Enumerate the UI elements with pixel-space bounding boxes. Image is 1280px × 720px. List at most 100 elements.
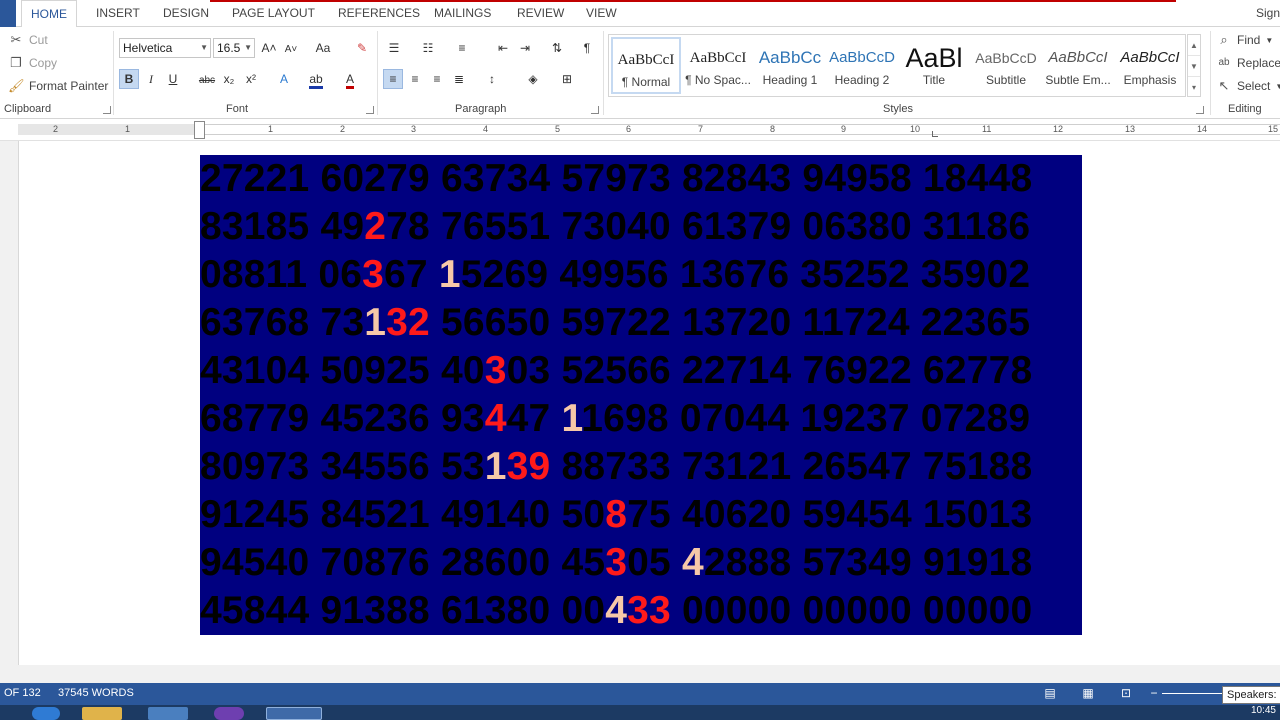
right-indent-marker-icon[interactable] [932,131,938,137]
align-left-button[interactable]: ≡ [383,69,403,89]
replace-button[interactable]: ab Replace [1216,53,1280,73]
clipboard-launcher-icon[interactable] [103,106,111,114]
browser-icon[interactable] [214,707,244,720]
style-heading-1[interactable]: AaBbCc Heading 1 [755,37,825,94]
word-taskbar-icon[interactable] [266,707,322,720]
strikethrough-button[interactable]: abc [197,69,217,89]
format-painter-button[interactable]: 🖌 Format Painter [8,76,108,96]
line-spacing-button[interactable]: ↕ [482,69,502,89]
number-segment: 3 [362,253,385,296]
number-row[interactable]: 63768 73132 56650 59722 13720 11724 2236… [200,299,1030,347]
number-segment: 4 [605,589,628,632]
sort-button[interactable]: ⇅ [547,38,567,58]
style-sample: AaBbCcI [1120,49,1180,66]
increase-indent-button[interactable]: ⇥ [515,38,535,58]
number-row[interactable]: 80973 34556 53139 88733 73121 26547 7518… [200,443,1032,491]
bold-button[interactable]: B [119,69,139,89]
superscript-button[interactable]: x² [241,69,261,89]
underline-button[interactable]: U [163,69,183,89]
style-label: ¶ No Spac... [685,73,751,87]
horizontal-ruler[interactable]: 2 1 1 2 3 4 5 6 7 8 9 10 11 12 13 14 15 [0,119,1280,141]
number-row[interactable]: 08811 06367 15269 49956 13676 35252 3590… [200,251,1030,299]
copy-label: Copy [29,56,58,70]
scroll-up-icon[interactable]: ▲ [1188,35,1200,56]
cut-button[interactable]: ✂ Cut [8,30,48,50]
page-count[interactable]: OF 132 [4,687,41,699]
tab-references[interactable]: REFERENCES [329,0,429,27]
multilevel-list-button[interactable]: ≡ [452,38,472,58]
italic-button[interactable]: I [141,69,161,89]
style-normal[interactable]: AaBbCcI ¶ Normal [611,37,681,94]
paragraph-launcher-icon[interactable] [591,106,599,114]
number-row[interactable]: 91245 84521 49140 50875 40620 59454 1501… [200,491,1032,539]
number-row[interactable]: 45844 91388 61380 00433 00000 00000 0000… [200,587,1032,635]
style-subtle-emphasis[interactable]: AaBbCcI Subtle Em... [1043,37,1113,94]
app-icon[interactable] [148,707,188,720]
web-layout-icon[interactable]: ⊡ [1118,686,1134,701]
font-name-combo[interactable]: Helvetica ▼ [119,38,211,58]
word-count[interactable]: 37545 WORDS [58,687,134,699]
file-tab[interactable] [0,0,16,27]
number-block[interactable]: 27221 60279 63734 57973 82843 94958 1844… [200,155,1082,635]
tab-view[interactable]: VIEW [577,0,626,27]
style-no-spacing[interactable]: AaBbCcI ¶ No Spac... [683,37,753,94]
number-row[interactable]: 43104 50925 40303 52566 22714 76922 6277… [200,347,1032,395]
tab-review[interactable]: REVIEW [508,0,573,27]
number-row[interactable]: 68779 45236 93447 11698 07044 19237 0728… [200,395,1030,443]
grow-font-button[interactable]: A˄ [259,38,279,58]
styles-launcher-icon[interactable] [1196,106,1204,114]
copy-button[interactable]: ❐ Copy [8,53,57,73]
read-mode-icon[interactable]: ▤ [1042,686,1058,701]
justify-button[interactable]: ≣ [449,69,469,89]
font-group-label: Font [226,103,249,115]
number-row[interactable]: 94540 70876 28600 45305 42888 57349 9191… [200,539,1032,587]
text-effects-button[interactable]: A [274,69,294,89]
subscript-button[interactable]: x₂ [219,69,239,89]
font-launcher-icon[interactable] [366,106,374,114]
number-segment: 63768 73 [200,301,365,344]
scroll-down-icon[interactable]: ▼ [1188,56,1200,77]
style-heading-2[interactable]: AaBbCcD Heading 2 [827,37,897,94]
sign-in-link[interactable]: Sign [1256,0,1280,27]
highlight-button[interactable]: ab [306,69,326,89]
style-title[interactable]: AaBl Title [899,37,969,94]
tab-mailings[interactable]: MAILINGS [425,0,500,27]
tab-page-layout[interactable]: PAGE LAYOUT [223,0,324,27]
select-button[interactable]: ↖ Select ▼ [1216,76,1280,96]
zoom-out-icon[interactable]: − [1146,686,1162,701]
tab-home[interactable]: HOME [21,0,77,28]
tab-design[interactable]: DESIGN [154,0,218,27]
shrink-font-button[interactable]: A˅ [281,38,301,58]
number-row[interactable]: 83185 49278 76551 73040 61379 06380 3118… [200,203,1030,251]
more-styles-icon[interactable]: ▾ [1188,77,1200,98]
font-color-button[interactable]: A [340,69,360,89]
bold-icon: B [124,72,134,86]
change-case-button[interactable]: Aa [308,38,338,58]
cursor-arrow-icon: ↖ [1218,78,1230,93]
print-layout-icon[interactable]: ▦ [1080,686,1096,701]
number-row[interactable]: 27221 60279 63734 57973 82843 94958 1844… [200,155,1032,203]
align-center-button[interactable]: ≡ [405,69,425,89]
file-explorer-icon[interactable] [82,707,122,720]
numbering-button[interactable]: ☷ [418,38,438,58]
align-right-button[interactable]: ≡ [427,69,447,89]
bullets-button[interactable]: ☰ [384,38,404,58]
style-subtitle[interactable]: AaBbCcD Subtitle [971,37,1041,94]
bullet-list-icon: ☰ [388,41,400,55]
tab-insert[interactable]: INSERT [87,0,149,27]
copy-icon: ❐ [10,55,22,70]
start-button-icon[interactable] [32,707,60,720]
decrease-indent-button[interactable]: ⇤ [493,38,513,58]
number-segment: 2888 57349 91918 [703,541,1033,584]
grow-font-icon: A˄ [261,41,277,55]
zoom-slider[interactable] [1162,693,1222,694]
show-marks-button[interactable]: ¶ [577,38,597,58]
indent-marker-icon[interactable] [194,121,205,139]
clear-formatting-button[interactable]: ✎ [352,38,372,58]
find-button[interactable]: ⌕ Find ▼ [1216,30,1273,50]
ruler-label: 1 [125,124,131,134]
borders-button[interactable]: ⊞ [557,69,577,89]
shading-button[interactable]: ◈ [523,69,543,89]
style-emphasis[interactable]: AaBbCcI Emphasis [1115,37,1185,94]
font-size-combo[interactable]: 16.5 ▼ [213,38,255,58]
